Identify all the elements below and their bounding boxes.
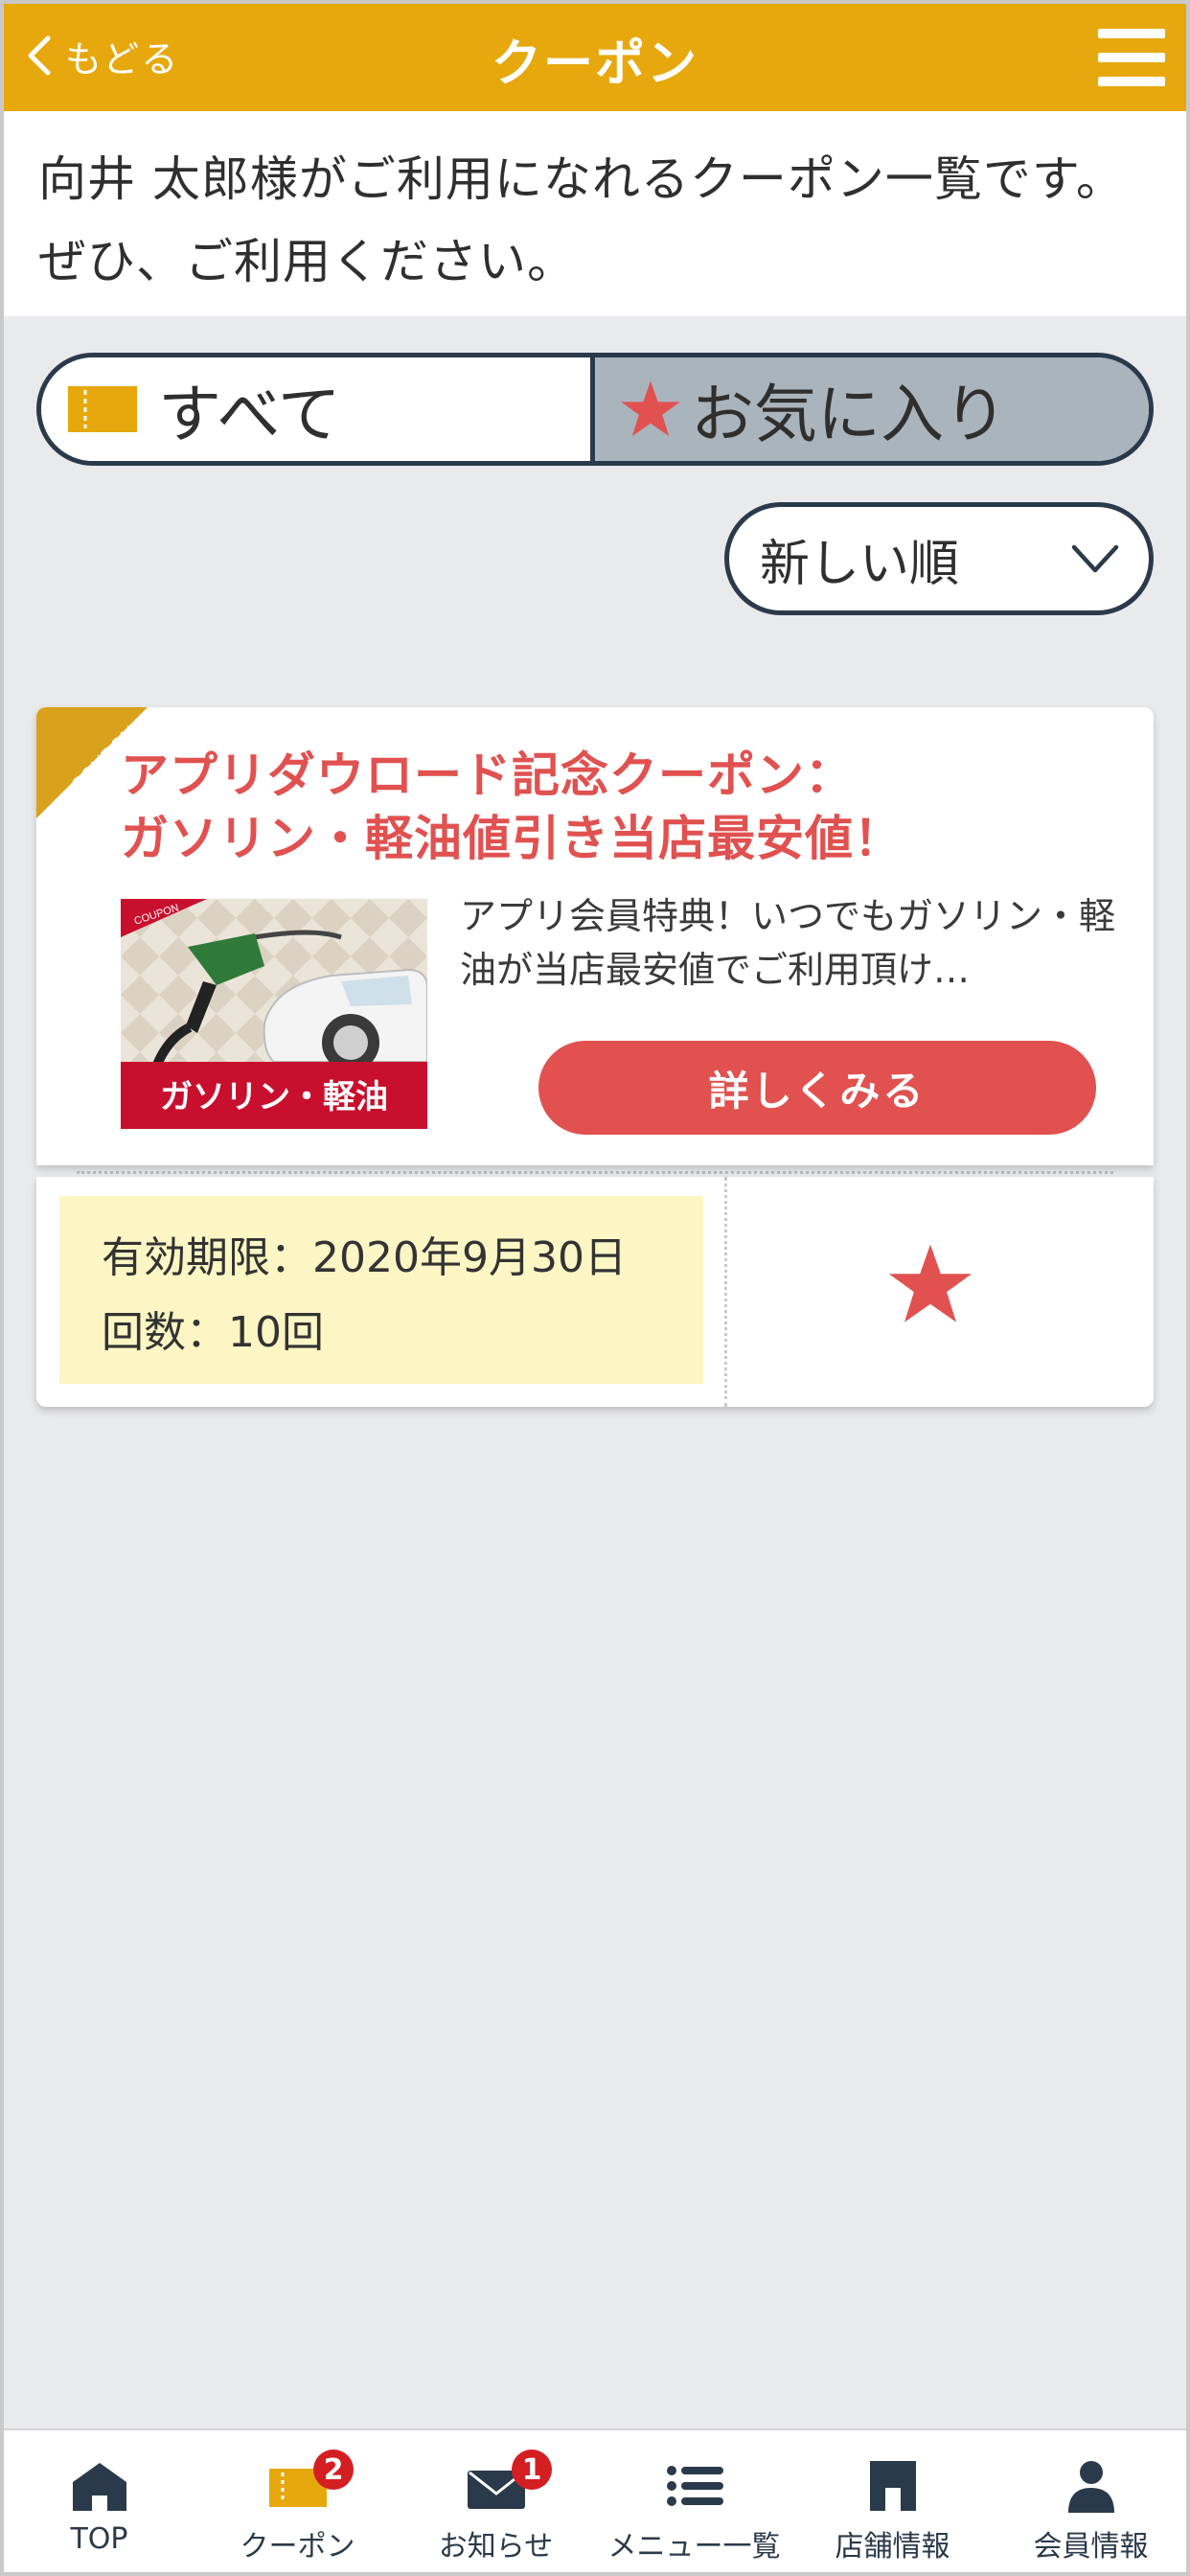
footer-divider xyxy=(724,1177,727,1407)
filter-all-tab[interactable]: すべて xyxy=(41,357,595,461)
person-icon xyxy=(1067,2461,1114,2513)
validity-date: 有効期限：2020年9月30日 xyxy=(102,1233,627,1282)
usage-count: 回数：10回 xyxy=(102,1308,324,1357)
nav-item-coupon[interactable]: クーポン 2 xyxy=(198,2430,397,2576)
chevron-down-icon xyxy=(1071,544,1119,573)
intro-message: 向井 太郎様がご利用になれるクーポン一覧です。ぜひ、ご利用ください。 xyxy=(0,111,1190,316)
coupon-card-footer: 有効期限：2020年9月30日 回数：10回 xyxy=(36,1177,1154,1407)
hamburger-menu-icon[interactable] xyxy=(1098,29,1165,86)
coupon-description: アプリ会員特典！いつでもガソリン・軽油が当店最安値でご利用頂け… xyxy=(460,895,1116,991)
list-icon xyxy=(666,2466,723,2506)
nav-item-store[interactable]: 店舗情報 xyxy=(793,2430,992,2576)
nav-item-member[interactable]: 会員情報 xyxy=(992,2430,1190,2576)
nav-label: クーポン xyxy=(240,2530,355,2564)
detail-button[interactable]: 詳しくみる xyxy=(538,1041,1096,1135)
page-title: クーポン xyxy=(491,35,698,93)
nav-label: TOP xyxy=(70,2522,128,2556)
filter-toggle: すべて お気に入り xyxy=(36,353,1154,466)
nav-item-news[interactable]: お知らせ 1 xyxy=(397,2430,595,2576)
app-header: もどる クーポン xyxy=(0,0,1190,111)
nav-label: お知らせ xyxy=(438,2530,554,2564)
thumb-banner-text: ガソリン・軽油 xyxy=(160,1079,388,1116)
coupon-title-line2: ガソリン・軽油値引き当店最安値！ xyxy=(121,811,903,866)
coupon-thumbnail-image: COUPON ガソリン・軽油 xyxy=(121,899,427,1129)
sort-select[interactable]: 新しい順 xyxy=(724,502,1154,615)
filter-favorite-tab[interactable]: お気に入り xyxy=(595,357,1149,461)
store-icon xyxy=(869,2461,916,2511)
coupon-card[interactable]: COUPON アプリダウロード記念クーポン： ガソリン・軽油値引き当店最安値！ … xyxy=(36,707,1154,1165)
favorite-star-icon[interactable] xyxy=(887,1242,973,1326)
nav-label: 店舗情報 xyxy=(835,2530,950,2564)
star-icon xyxy=(621,380,680,437)
ticket-icon xyxy=(68,386,137,432)
sort-selected-value: 新しい順 xyxy=(760,535,960,593)
filter-all-label: すべて xyxy=(158,378,341,451)
coupon-title: アプリダウロード記念クーポン： ガソリン・軽油値引き当店最安値！ xyxy=(121,744,1136,870)
coupon-title-line1: アプリダウロード記念クーポン： xyxy=(121,748,854,803)
filter-favorite-label: お気に入り xyxy=(691,378,1007,451)
nav-label: メニュー一覧 xyxy=(607,2530,781,2564)
nav-label: 会員情報 xyxy=(1033,2530,1149,2564)
notification-badge: 1 xyxy=(512,2450,552,2490)
perforation-divider xyxy=(77,1171,1113,1174)
notification-badge: 2 xyxy=(313,2450,354,2490)
bottom-navigation: TOP クーポン 2 お知らせ 1 メニュー一覧 店舗情報 会員情報 xyxy=(0,2428,1190,2576)
nav-item-top[interactable]: TOP xyxy=(0,2430,198,2576)
home-icon xyxy=(72,2463,126,2511)
nav-item-menu[interactable]: メニュー一覧 xyxy=(595,2430,793,2576)
validity-box: 有効期限：2020年9月30日 回数：10回 xyxy=(59,1196,703,1384)
